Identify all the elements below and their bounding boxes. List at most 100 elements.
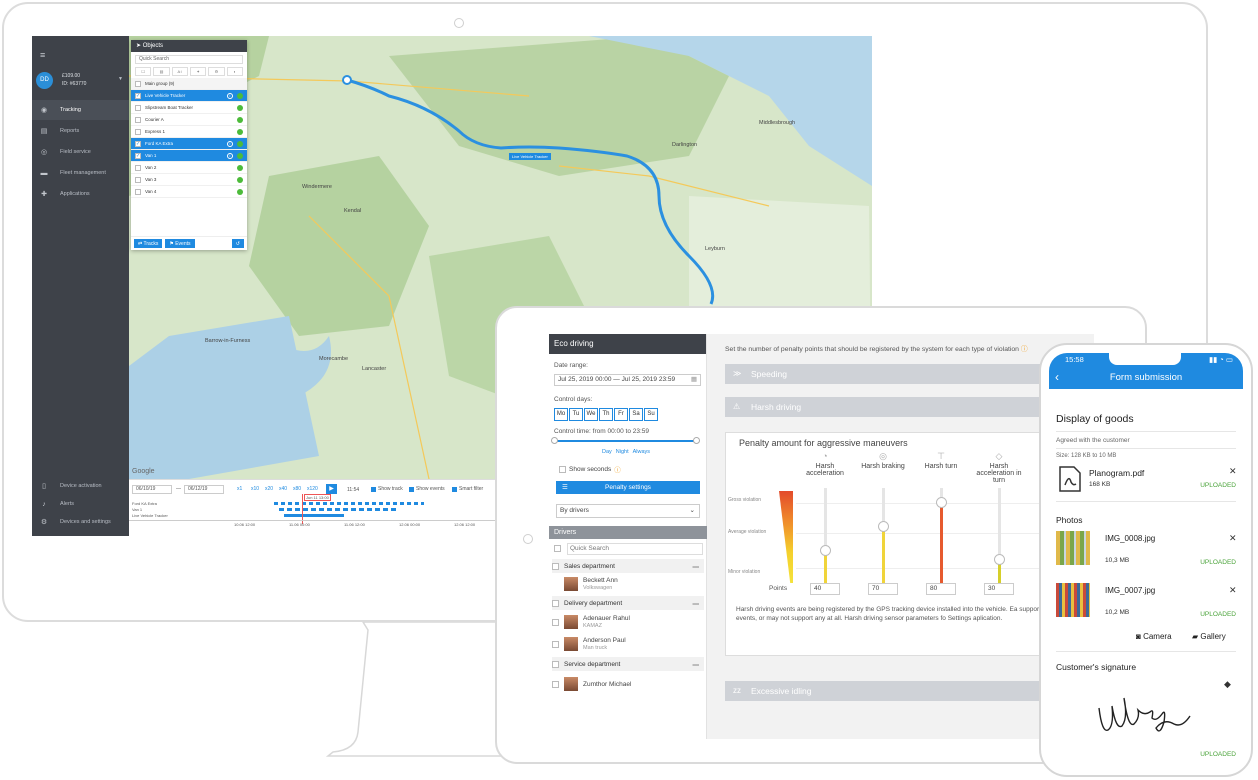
comment-icon[interactable]: ▬ bbox=[693, 563, 700, 570]
smart-filter-checkbox[interactable]: Smart filter bbox=[452, 486, 483, 492]
drivers-search-input[interactable]: Quick Search bbox=[567, 543, 703, 555]
info-icon[interactable]: i bbox=[227, 152, 233, 159]
checkbox[interactable] bbox=[552, 599, 559, 607]
speed-x20[interactable]: x20 bbox=[265, 485, 273, 494]
checkbox[interactable] bbox=[135, 80, 141, 87]
checkbox[interactable] bbox=[135, 188, 141, 195]
eraser-icon[interactable]: ◆ bbox=[1224, 679, 1231, 690]
driver-row[interactable]: Beckett Ann Volkswagen bbox=[552, 574, 704, 594]
group-row[interactable]: Sales department ▬ bbox=[552, 559, 704, 573]
select-all-icon[interactable]: ☐ bbox=[135, 67, 152, 76]
sort-icon[interactable]: A↕ bbox=[171, 67, 188, 76]
points-input[interactable]: 30 bbox=[984, 583, 1014, 595]
object-row[interactable]: Van 3 bbox=[131, 174, 247, 186]
speed-x1[interactable]: x1 bbox=[237, 485, 242, 494]
object-row[interactable]: Courier A bbox=[131, 114, 247, 126]
object-row[interactable]: ✓ Ford KA Extra i bbox=[131, 138, 247, 150]
sidebar-item-device-activation[interactable]: ▯ Device activation bbox=[32, 476, 129, 496]
speed-x80[interactable]: x80 bbox=[293, 485, 301, 494]
sidebar-item-field-service[interactable]: ◎ Field service bbox=[32, 142, 129, 162]
show-seconds-checkbox[interactable]: Show seconds ⓘ bbox=[559, 464, 621, 474]
checkbox[interactable] bbox=[135, 104, 141, 111]
help-icon[interactable]: ⓘ bbox=[1021, 346, 1028, 353]
show-events-checkbox[interactable]: Show events bbox=[409, 486, 445, 492]
tracks-button[interactable]: ⇄ Tracks bbox=[134, 239, 163, 248]
points-input[interactable]: 40 bbox=[810, 583, 840, 595]
day-toggle[interactable]: Th bbox=[599, 408, 613, 421]
object-row[interactable]: Slipstream Boat Tracker bbox=[131, 102, 247, 114]
checkbox[interactable]: ✓ bbox=[135, 140, 141, 147]
signature-image[interactable] bbox=[1094, 688, 1194, 743]
menu-icon[interactable]: ≡ bbox=[40, 50, 45, 60]
checkbox[interactable] bbox=[135, 128, 141, 135]
play-icon[interactable]: ▶ bbox=[326, 484, 337, 494]
camera-button[interactable]: ◙ Camera bbox=[1136, 632, 1172, 641]
group-row[interactable]: Delivery department ▬ bbox=[552, 596, 704, 610]
date-range-input[interactable]: Jul 25, 2019 00:00 — Jul 25, 2019 23:59 ▦ bbox=[554, 374, 701, 386]
preset-always[interactable]: Always bbox=[633, 449, 650, 455]
penalty-slider-handle[interactable] bbox=[994, 554, 1005, 566]
sidebar-item-alerts[interactable]: ♪ Alerts bbox=[32, 494, 129, 514]
settings-icon[interactable]: ⚙ bbox=[208, 67, 225, 76]
penalty-slider-handle[interactable] bbox=[820, 544, 831, 556]
events-button[interactable]: ⚑ Events bbox=[165, 239, 195, 248]
timeline-events[interactable] bbox=[274, 502, 424, 505]
group-by-select[interactable]: By drivers ⌄ bbox=[556, 504, 700, 518]
object-row[interactable]: ✓ Van 1 i bbox=[131, 150, 247, 162]
photo-thumbnail[interactable] bbox=[1056, 583, 1090, 617]
sidebar-item-tracking[interactable]: ◉ Tracking bbox=[32, 100, 129, 120]
sidebar-item-fleet[interactable]: ▬ Fleet management bbox=[32, 163, 129, 183]
time-slider-end-handle[interactable] bbox=[693, 437, 700, 444]
day-toggle[interactable]: Su bbox=[644, 408, 658, 421]
sidebar-item-reports[interactable]: ▤ Reports bbox=[32, 121, 129, 141]
remove-photo-icon[interactable]: ✕ bbox=[1229, 585, 1237, 596]
preset-day[interactable]: Day bbox=[602, 449, 612, 455]
list-icon[interactable]: ▤ bbox=[153, 67, 170, 76]
vehicle-map-label[interactable]: Live Vehicle Tracker bbox=[509, 153, 551, 160]
help-icon[interactable]: ⓘ bbox=[614, 464, 621, 474]
filter-icon[interactable]: ◐ bbox=[226, 67, 243, 76]
object-row[interactable]: Van 4 bbox=[131, 186, 247, 198]
select-all-checkbox[interactable] bbox=[554, 545, 561, 552]
penalty-settings-button[interactable]: ☰ Penalty settings bbox=[556, 481, 700, 494]
speed-x10[interactable]: x10 bbox=[251, 485, 259, 494]
speed-x40[interactable]: x40 bbox=[279, 485, 287, 494]
checkbox[interactable]: ✓ bbox=[135, 152, 141, 159]
points-input[interactable]: 80 bbox=[926, 583, 956, 595]
day-toggle[interactable]: Fr bbox=[614, 408, 628, 421]
day-toggle[interactable]: Mo bbox=[554, 408, 568, 421]
checkbox[interactable] bbox=[135, 116, 141, 123]
calendar-icon[interactable]: ▦ bbox=[691, 375, 697, 385]
show-track-checkbox[interactable]: Show track bbox=[371, 486, 403, 492]
sidebar-item-devices-settings[interactable]: ⚙ Devices and settings bbox=[32, 512, 129, 532]
info-icon[interactable]: i bbox=[227, 92, 233, 99]
checkbox[interactable] bbox=[552, 618, 559, 626]
checkbox[interactable] bbox=[552, 680, 559, 688]
day-toggle[interactable]: Sa bbox=[629, 408, 643, 421]
date-from-input[interactable]: 06/10/19 bbox=[132, 485, 172, 494]
driver-row[interactable]: Adenauer Rahul KAMAZ bbox=[552, 612, 704, 632]
time-slider[interactable] bbox=[554, 440, 697, 442]
gallery-button[interactable]: ▰ Gallery bbox=[1192, 632, 1226, 641]
object-row[interactable]: Express 1 bbox=[131, 126, 247, 138]
group-row[interactable]: Main group (9) bbox=[131, 78, 247, 90]
points-input[interactable]: 70 bbox=[868, 583, 898, 595]
checkbox[interactable] bbox=[135, 164, 141, 171]
add-icon[interactable]: ✦ bbox=[189, 67, 207, 76]
object-row[interactable]: ✓ Live Vehicle Tracker i bbox=[131, 90, 247, 102]
driver-row[interactable]: Anderson Paul Man truck bbox=[552, 634, 704, 654]
penalty-slider-handle[interactable] bbox=[936, 497, 947, 509]
remove-photo-icon[interactable]: ✕ bbox=[1229, 533, 1237, 544]
back-icon[interactable]: ‹ bbox=[1055, 366, 1059, 389]
preset-night[interactable]: Night bbox=[616, 449, 629, 455]
day-toggle[interactable]: We bbox=[584, 408, 598, 421]
checkbox[interactable] bbox=[552, 562, 559, 570]
penalty-slider-handle[interactable] bbox=[878, 521, 889, 532]
objects-search-input[interactable]: Quick Search bbox=[135, 55, 243, 64]
group-row[interactable]: Service department ▬ bbox=[552, 657, 704, 671]
timeline-events[interactable] bbox=[279, 508, 399, 511]
checkbox[interactable]: ✓ bbox=[135, 92, 141, 99]
chevron-down-icon[interactable]: ▼ bbox=[118, 76, 123, 82]
object-row[interactable]: Van 2 bbox=[131, 162, 247, 174]
speed-x120[interactable]: x120 bbox=[307, 485, 318, 494]
